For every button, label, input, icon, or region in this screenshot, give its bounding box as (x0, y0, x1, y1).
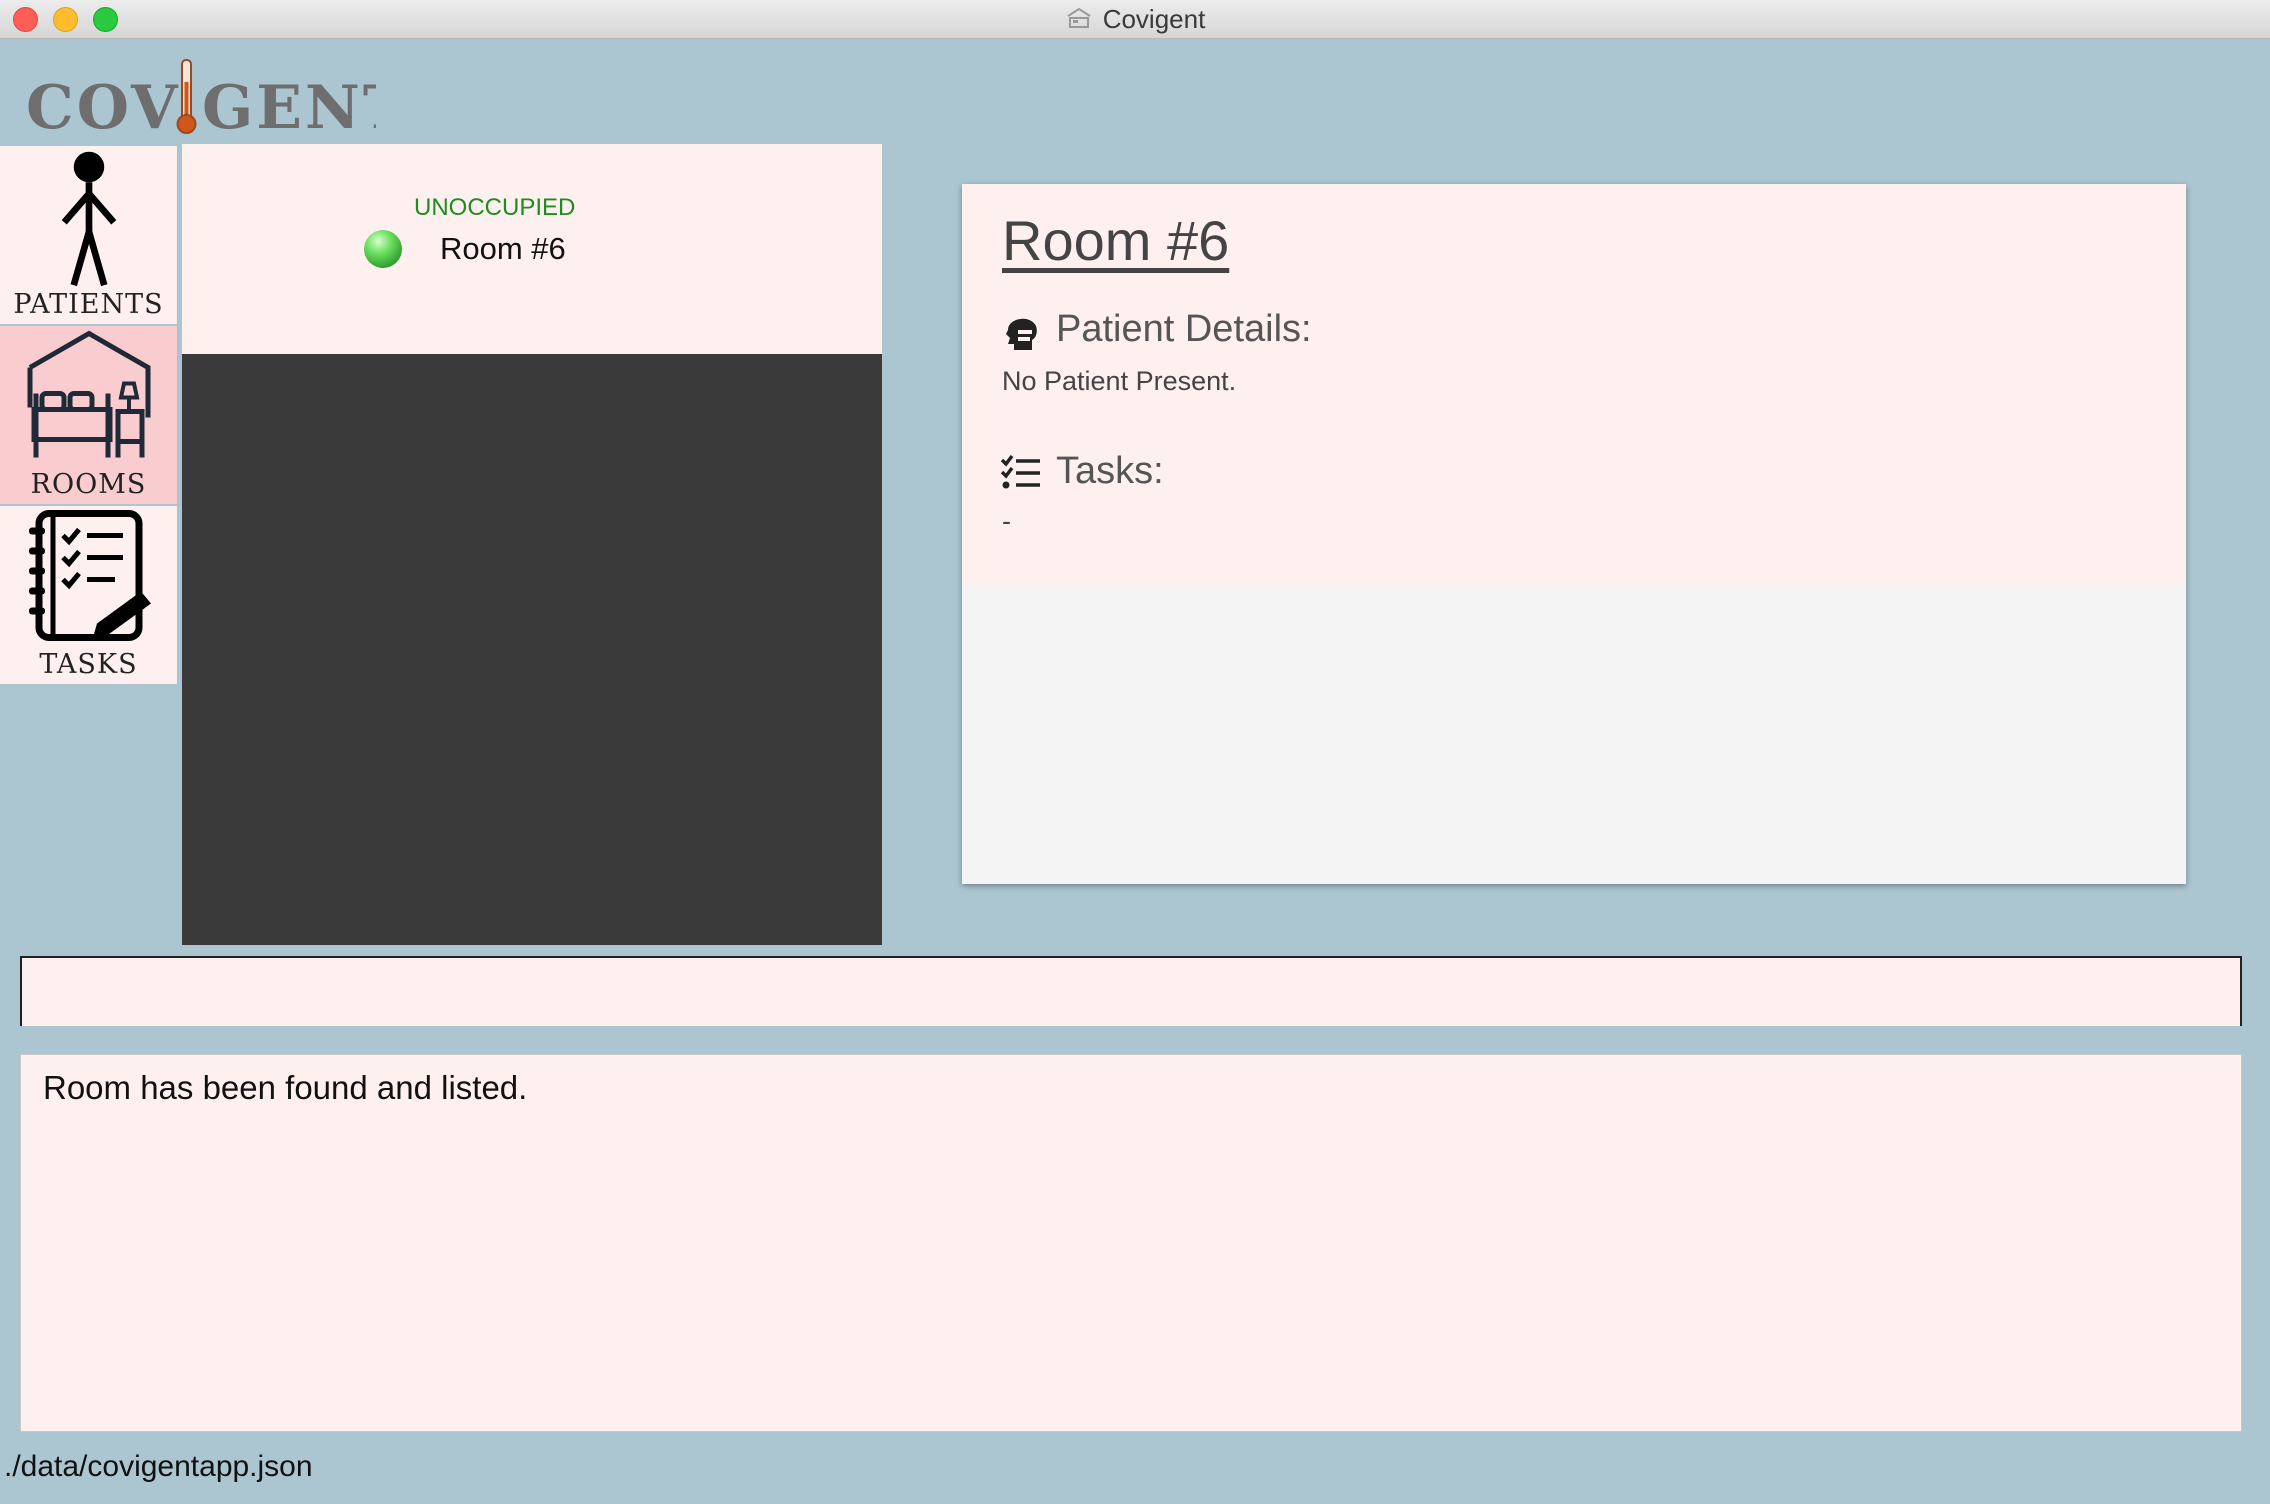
room-name-label: Room #6 (440, 231, 566, 266)
room-detail-title: Room #6 (1002, 209, 1230, 272)
svg-text:COV: COV (26, 73, 181, 138)
nav-rooms-button[interactable]: ROOMS (0, 326, 178, 504)
command-input[interactable] (20, 956, 2242, 1026)
room-detail-panel: Room #6 Patient Details: No Patient Pres… (962, 184, 2186, 884)
patient-head-icon (1006, 318, 1037, 350)
status-bar-path: ./data/covigentapp.json (4, 1450, 313, 1483)
nav-tasks-label: TASKS (39, 649, 138, 680)
svg-text:GENT: GENT (202, 73, 376, 138)
room-list-panel: UNOCCUPIED Room #6 (182, 144, 882, 945)
room-status-label: UNOCCUPIED (414, 194, 576, 221)
covigent-logo: COV GENT (26, 59, 376, 138)
list-item[interactable]: UNOCCUPIED Room #6 (182, 144, 882, 354)
result-message: Room has been found and listed. (43, 1069, 528, 1106)
status-indicator-icon (364, 230, 402, 268)
tasks-heading: Tasks: (1056, 450, 1164, 492)
bed-house-icon (27, 330, 150, 458)
nav-rooms-label: ROOMS (30, 469, 147, 500)
window-titlebar: Covigent (0, 0, 2270, 39)
window-title: Covigent (1102, 3, 1206, 34)
result-display: Room has been found and listed. (20, 1054, 2242, 1432)
tasks-text: - (1002, 506, 1011, 536)
nav-patients-button[interactable]: PATIENTS (0, 146, 178, 324)
patient-details-text: No Patient Present. (1002, 366, 1237, 396)
task-list-icon (1000, 454, 1040, 489)
patient-details-heading: Patient Details: (1056, 308, 1312, 350)
nav-patients-label: PATIENTS (13, 289, 164, 320)
checklist-notebook-icon (28, 510, 151, 641)
nav-tasks-button[interactable]: TASKS (0, 506, 178, 684)
app-icon (1067, 7, 1091, 28)
person-icon (61, 151, 116, 287)
